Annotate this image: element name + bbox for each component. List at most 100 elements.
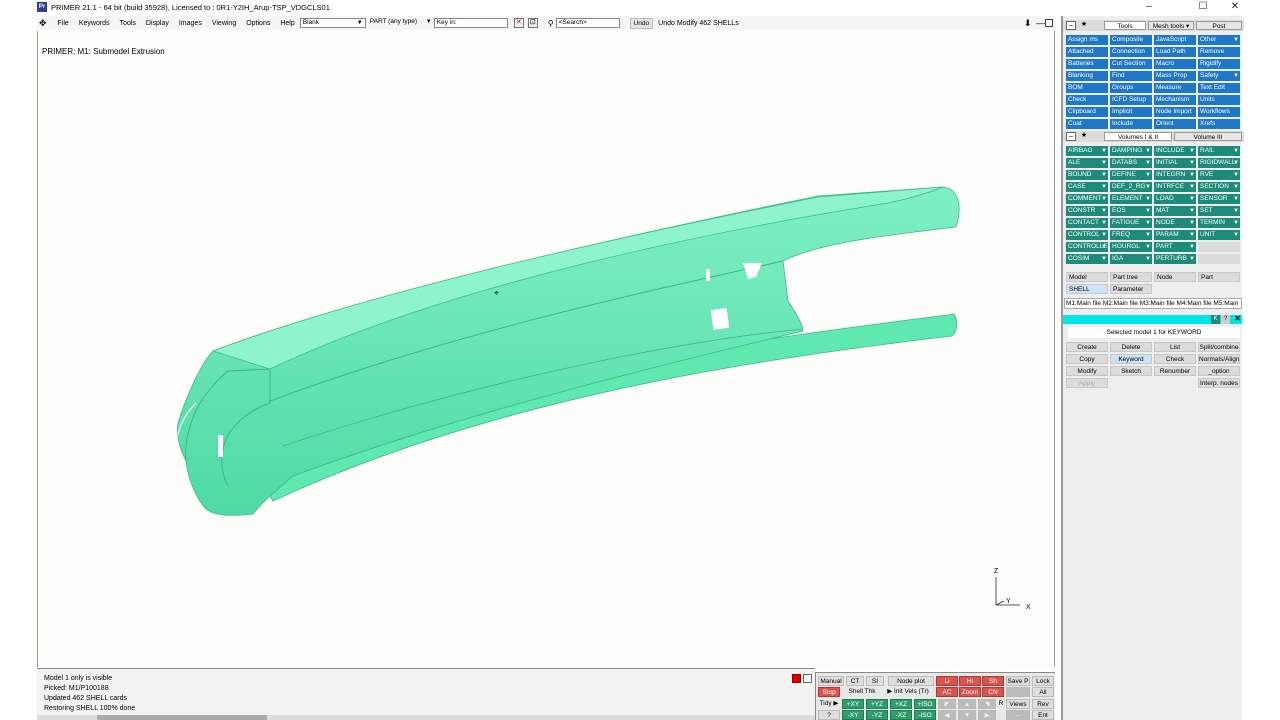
- blank-select[interactable]: Blank ▼: [299, 18, 366, 28]
- tool-button-xrefs[interactable]: Xrefs: [1198, 119, 1240, 129]
- keyword-button-constr[interactable]: CONSTR ▼: [1066, 206, 1108, 216]
- menu-file[interactable]: File: [53, 20, 74, 27]
- status-red-indicator[interactable]: [792, 674, 801, 683]
- tool-button-text-edit[interactable]: Text Edit: [1198, 83, 1240, 93]
- ent-button[interactable]: Ent: [1032, 710, 1054, 720]
- tool-button-units[interactable]: Units: [1198, 95, 1240, 105]
- keyword-button-rail[interactable]: RAIL ▼: [1198, 146, 1240, 156]
- plus-xz-button[interactable]: +XZ: [890, 699, 912, 709]
- keyword-button-control[interactable]: CONTROL ▼: [1066, 230, 1108, 240]
- tool-button-load-path[interactable]: Load Path: [1154, 47, 1196, 57]
- tab-node[interactable]: Node: [1154, 272, 1196, 282]
- keyword-button-element[interactable]: ELEMENT ▼: [1110, 194, 1152, 204]
- move-icon[interactable]: ✥: [37, 18, 53, 29]
- renumber-button[interactable]: Renumber: [1154, 366, 1196, 376]
- tool-button-find[interactable]: Find: [1110, 71, 1152, 81]
- tidy-button[interactable]: Tidy ▶: [818, 699, 840, 709]
- menu-help[interactable]: Help: [275, 20, 299, 27]
- help-button[interactable]: ?: [818, 710, 840, 720]
- minus-iso-button[interactable]: -ISO: [914, 710, 936, 720]
- keyword-button-load[interactable]: LOAD ▼: [1154, 194, 1196, 204]
- keyword-button-controlle[interactable]: CONTROLLE ▼: [1066, 242, 1108, 252]
- keyword-button-ale[interactable]: ALE ▼: [1066, 158, 1108, 168]
- k-icon[interactable]: K: [1211, 315, 1220, 324]
- plus-iso-button[interactable]: +ISO: [914, 699, 936, 709]
- star-icon[interactable]: ★: [1079, 132, 1089, 141]
- tool-button-composite[interactable]: Composite: [1110, 35, 1152, 45]
- manual-button[interactable]: Manual: [818, 676, 844, 686]
- list-button[interactable]: List: [1154, 342, 1196, 352]
- keyword-button-hourgl[interactable]: HOURGL ▼: [1110, 242, 1152, 252]
- message-scrollbar[interactable]: [37, 715, 815, 720]
- pick-icon[interactable]: ⊡: [527, 18, 538, 28]
- keyword-button-iga[interactable]: IGA ▼: [1110, 254, 1152, 264]
- tool-button-remove[interactable]: Remove: [1198, 47, 1240, 57]
- pan-arrows-icon[interactable]: ↔: [1006, 710, 1030, 720]
- init-vels-button[interactable]: ▶ Init Vels (Tr): [882, 687, 934, 697]
- save-button[interactable]: Save P: [1006, 676, 1030, 686]
- rotate-up-right-icon[interactable]: ◥: [978, 699, 996, 709]
- tool-button-groups[interactable]: Groups: [1110, 83, 1152, 93]
- undo-button[interactable]: Undo: [629, 17, 654, 29]
- tool-button-batteries[interactable]: Batteries: [1066, 59, 1108, 69]
- minus-xz-button[interactable]: -XZ: [890, 710, 912, 720]
- tool-button-implicit[interactable]: Implicit: [1110, 107, 1152, 117]
- keyword-button-case[interactable]: CASE ▼: [1066, 182, 1108, 192]
- keyword-button-rigidwall[interactable]: RIGIDWALL ▼: [1198, 158, 1240, 168]
- search-input[interactable]: <Search>: [555, 18, 620, 28]
- keyword-button-initial[interactable]: INITIAL ▼: [1154, 158, 1196, 168]
- tool-button-blanking[interactable]: Blanking: [1066, 71, 1108, 81]
- keyword-button[interactable]: Keyword: [1110, 354, 1152, 364]
- check-button[interactable]: Check: [1154, 354, 1196, 364]
- key-in-field[interactable]: Key in:: [433, 18, 508, 28]
- keyword-button-mat[interactable]: MAT ▼: [1154, 206, 1196, 216]
- sketch-button[interactable]: Sketch: [1110, 366, 1152, 376]
- keyword-button-param[interactable]: PARAM ▼: [1154, 230, 1196, 240]
- keyword-button-section[interactable]: SECTION ▼: [1198, 182, 1240, 192]
- type-select[interactable]: PART (any type) ▼: [368, 18, 434, 28]
- keyword-button-cosim[interactable]: COSIM ▼: [1066, 254, 1108, 264]
- keyword-button-comment[interactable]: COMMENT ▼: [1066, 194, 1108, 204]
- star-icon[interactable]: ★: [1079, 21, 1089, 30]
- tool-button-check[interactable]: Check: [1066, 95, 1108, 105]
- tab-volume-3[interactable]: Volume III: [1174, 132, 1242, 141]
- model-extrusion-drawing[interactable]: ⌖: [38, 31, 1056, 667]
- zoom-button[interactable]: Zoom: [959, 687, 981, 697]
- plus-xy-button[interactable]: +XY: [842, 699, 864, 709]
- tool-button-workflows[interactable]: Workflows: [1198, 107, 1240, 117]
- keyword-button-bound[interactable]: BOUND ▼: [1066, 170, 1108, 180]
- graphics-viewport[interactable]: PRIMER: M1: Submodel Extrusion ⌖ Z Y X: [37, 31, 1055, 667]
- si-button[interactable]: SI: [866, 676, 884, 686]
- rotate-up-icon[interactable]: ▲: [958, 699, 976, 709]
- keyword-button-termin[interactable]: TERMIN ▼: [1198, 218, 1240, 228]
- ac-button[interactable]: AC: [936, 687, 958, 697]
- tool-button-measure[interactable]: Measure: [1154, 83, 1196, 93]
- keyword-button-intrfce[interactable]: INTRFCE ▼: [1154, 182, 1196, 192]
- keyword-button-include[interactable]: INCLUDE ▼: [1154, 146, 1196, 156]
- keyword-button-freq[interactable]: FREQ ▼: [1110, 230, 1152, 240]
- tab-part-tree[interactable]: Part tree: [1110, 272, 1152, 282]
- keyword-button-sensor[interactable]: SENSOR ▼: [1198, 194, 1240, 204]
- minus-xy-button[interactable]: -XY: [842, 710, 864, 720]
- dash-icon[interactable]: —: [1036, 18, 1045, 28]
- menu-display[interactable]: Display: [141, 20, 174, 27]
- keyword-button-define[interactable]: DEFINE ▼: [1110, 170, 1152, 180]
- ct-button[interactable]: CT: [846, 676, 864, 686]
- tool-button-include[interactable]: Include: [1110, 119, 1152, 129]
- tool-button-orient[interactable]: Orient: [1154, 119, 1196, 129]
- clear-icon[interactable]: ✕: [513, 18, 524, 28]
- arrow-down-icon[interactable]: ⬇: [1024, 18, 1032, 29]
- all-button[interactable]: All: [1032, 687, 1054, 697]
- li-button[interactable]: Li: [936, 676, 958, 686]
- tool-button-node-import[interactable]: Node Import: [1154, 107, 1196, 117]
- tab-tools[interactable]: Tools: [1104, 21, 1146, 30]
- restore-icon[interactable]: [1045, 19, 1053, 27]
- tool-button-mass-prop[interactable]: Mass Prop: [1154, 71, 1196, 81]
- menu-tools[interactable]: Tools: [115, 20, 141, 27]
- tool-button-connection[interactable]: Connection: [1110, 47, 1152, 57]
- tool-button-clipboard[interactable]: Clipboard: [1066, 107, 1108, 117]
- rotate-right-icon[interactable]: ▶: [978, 710, 996, 720]
- tab-model[interactable]: Model: [1066, 272, 1108, 282]
- keyword-button-unit[interactable]: UNIT ▼: [1198, 230, 1240, 240]
- keyword-button-contact[interactable]: CONTACT ▼: [1066, 218, 1108, 228]
